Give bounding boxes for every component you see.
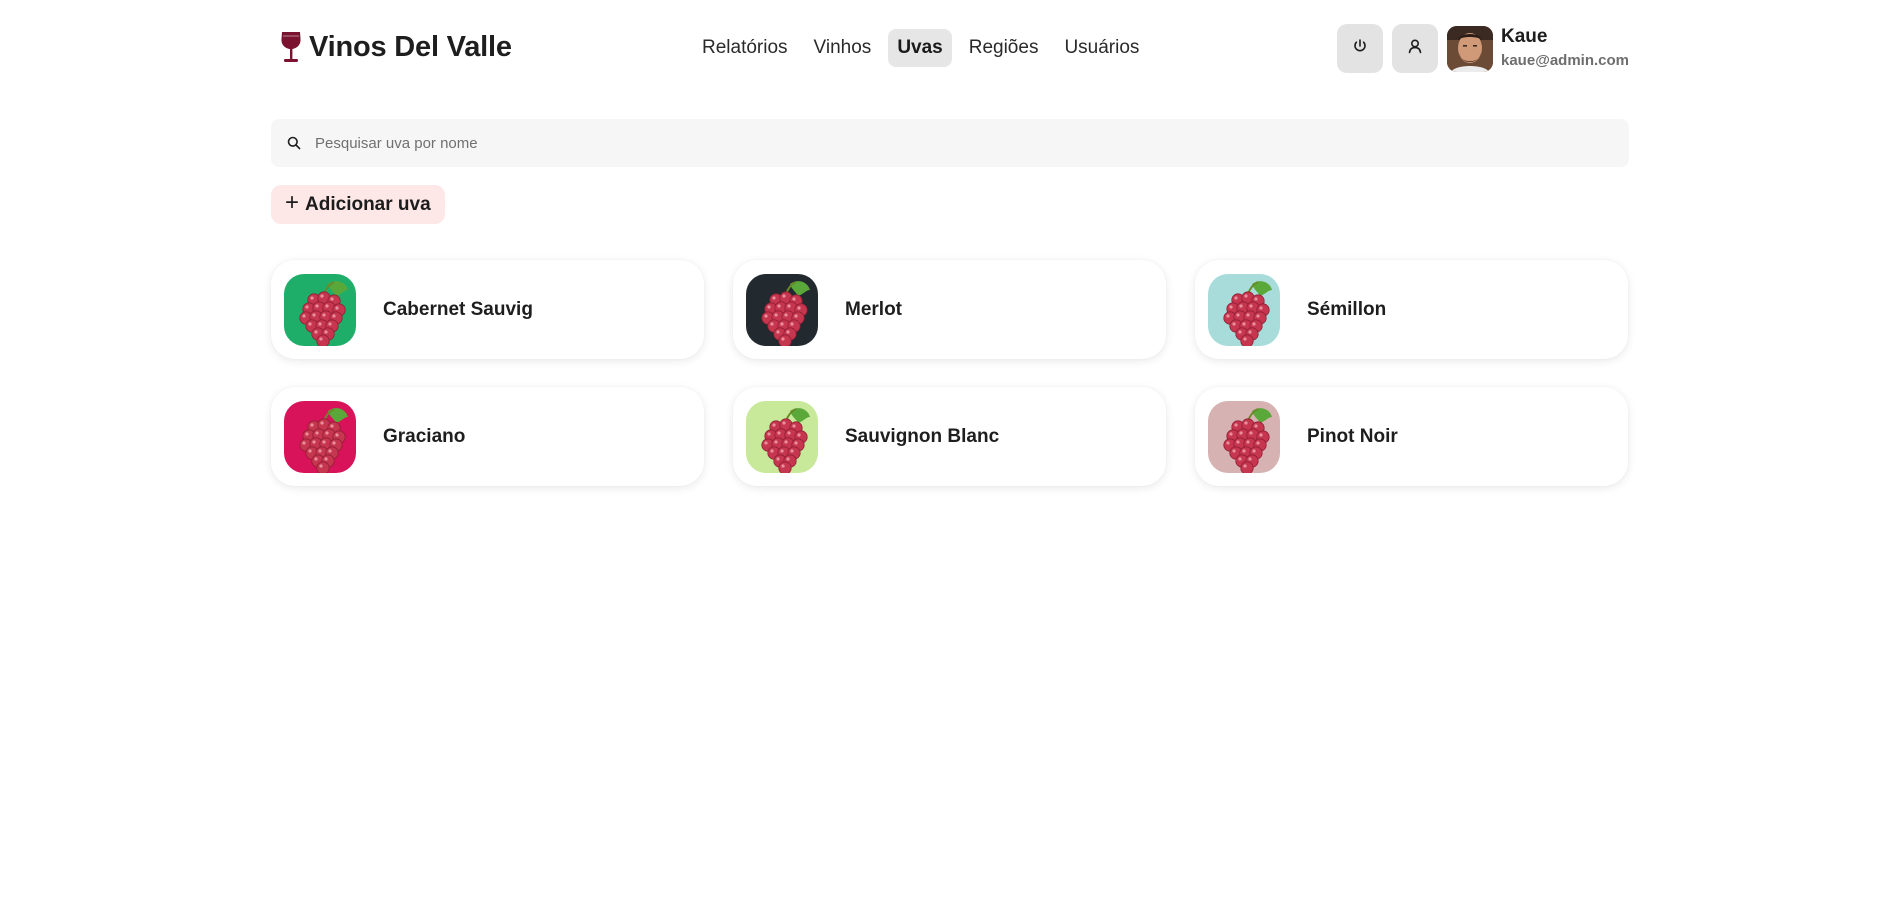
grapes-icon [746,400,818,473]
grape-name: Sémillon [1307,298,1387,320]
grape-card[interactable]: Pinot Noir [1195,387,1628,486]
grape-name: Sauvignon Blanc [845,425,1000,447]
profile-button[interactable] [1392,24,1438,73]
user-icon [1407,38,1423,59]
user-email: kaue@admin.com [1501,52,1629,69]
power-icon [1352,38,1368,59]
grapes-icon [1208,400,1280,473]
grapes-icon [284,273,356,346]
grape-name: Merlot [845,298,902,320]
plus-icon: + [285,188,300,216]
avatar[interactable] [1447,25,1493,72]
user-name: Kaue [1501,26,1548,47]
grape-grid: Cabernet Sauvig Merlot Sémillon Graciano… [271,260,1628,486]
grape-card[interactable]: Sémillon [1195,260,1628,359]
grapes-icon [1208,273,1280,346]
main-nav: Relatórios Vinhos Uvas Regiões Usuários [693,29,1148,67]
header: Vinos Del Valle Relatórios Vinhos Uvas R… [271,0,1629,98]
brand-title: Vinos Del Valle [309,30,512,63]
search-bar[interactable] [271,119,1629,167]
brand[interactable]: Vinos Del Valle [279,30,512,64]
wine-glass-icon [279,30,303,64]
grape-name: Cabernet Sauvig [383,298,533,320]
grapes-icon [746,273,818,346]
grape-name: Pinot Noir [1307,425,1398,447]
nav-item-uvas[interactable]: Uvas [888,29,952,67]
nav-item-usuarios[interactable]: Usuários [1055,29,1148,67]
header-actions: Kaue kaue@admin.com [1337,24,1629,73]
add-grape-label: Adicionar uva [305,193,431,215]
nav-item-vinhos[interactable]: Vinhos [805,29,881,67]
grapes-icon [284,400,356,473]
nav-item-relatorios[interactable]: Relatórios [693,29,797,67]
logout-button[interactable] [1337,24,1383,73]
grape-card[interactable]: Merlot [733,260,1166,359]
grape-card[interactable]: Cabernet Sauvig [271,260,704,359]
grape-card[interactable]: Graciano [271,387,704,486]
user-info: Kaue kaue@admin.com [1501,26,1629,71]
app-container: Vinos Del Valle Relatórios Vinhos Uvas R… [271,0,1629,486]
search-input[interactable] [315,134,1515,152]
grape-card[interactable]: Sauvignon Blanc [733,387,1166,486]
add-grape-button[interactable]: + Adicionar uva [271,185,445,224]
search-icon [287,136,301,150]
nav-item-regioes[interactable]: Regiões [960,29,1048,67]
grape-name: Graciano [383,425,466,447]
